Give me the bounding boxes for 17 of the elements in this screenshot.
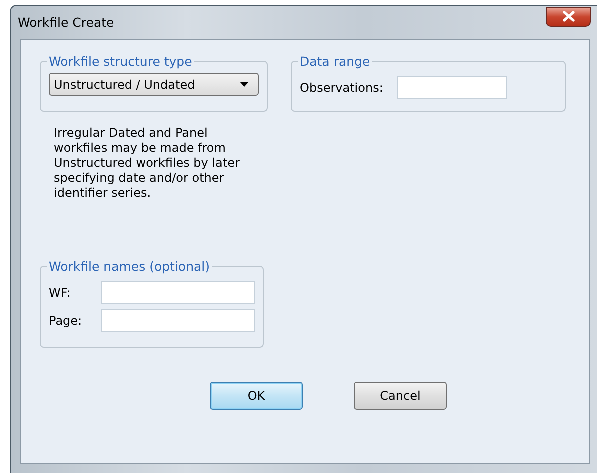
input-field[interactable] (101, 281, 255, 304)
structure-dropdown[interactable]: Unstructured / Undated (49, 73, 259, 96)
field-label: WF: (49, 286, 72, 300)
caret-icon (240, 82, 249, 87)
field-label: Page: (49, 314, 84, 328)
field-label: Observations: (300, 80, 384, 94)
input-field[interactable] (101, 309, 255, 332)
ok-button[interactable]: OK (210, 382, 303, 410)
close-icon (562, 11, 574, 22)
group-title: Data range (299, 54, 372, 69)
group-title: Workfile structure type (48, 54, 194, 69)
group-title: Workfile names (optional) (48, 259, 212, 274)
window-title: Workfile Create (18, 15, 114, 30)
info-text: Irregular Dated and Panel workfiles may be made from Unstructured workfiles by later specifying date and/or other identifier series. (54, 126, 241, 201)
cancel-button[interactable]: Cancel (354, 382, 447, 410)
input-field[interactable] (397, 76, 508, 99)
close-button[interactable] (546, 6, 591, 26)
